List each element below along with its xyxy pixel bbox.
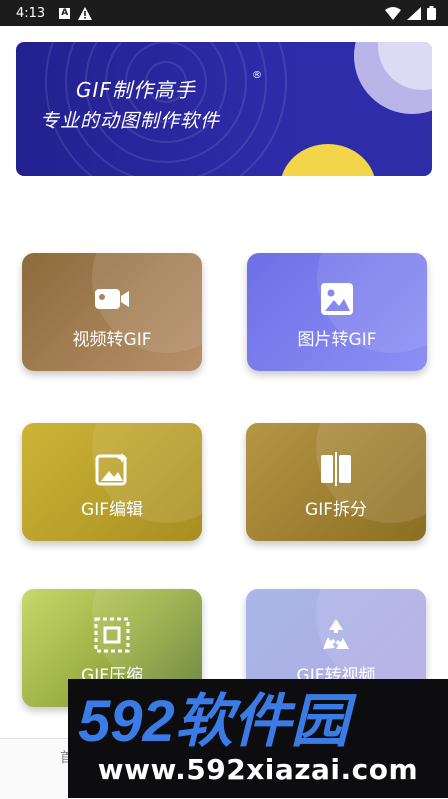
promo-banner[interactable]: GIF制作高手 ® 专业的动图制作软件 (16, 42, 432, 176)
status-right (385, 6, 436, 20)
feature-card-video-to-gif[interactable]: 视频转GIF (22, 253, 202, 371)
a-notification-icon: A (59, 7, 71, 19)
image-icon (321, 283, 353, 315)
video-camera-icon (95, 289, 129, 309)
feature-card-gif-edit[interactable]: GIF编辑 (22, 423, 202, 541)
watermark: 592软件园 www.592xiazai.com (68, 679, 448, 798)
wifi-icon (385, 6, 401, 20)
compress-icon (94, 617, 130, 653)
status-bar: 4:13 A (0, 0, 448, 26)
split-icon (321, 452, 351, 486)
signal-icon (407, 6, 421, 20)
feature-label: GIF编辑 (81, 500, 143, 520)
banner-title: GIF制作高手 (76, 78, 196, 102)
watermark-brand: 592软件园 (78, 689, 358, 754)
feature-label: 图片转GIF (297, 330, 377, 350)
feature-card-image-to-gif[interactable]: 图片转GIF (247, 253, 427, 371)
status-time: 4:13 (16, 5, 46, 21)
banner-registered-mark: ® (252, 70, 262, 81)
recycle-icon (323, 619, 349, 649)
warning-icon (78, 6, 93, 20)
feature-label: 视频转GIF (72, 330, 152, 350)
feature-label: GIF拆分 (305, 500, 367, 520)
feature-card-gif-split[interactable]: GIF拆分 (246, 423, 426, 541)
edit-image-icon (95, 453, 128, 486)
battery-icon (427, 6, 436, 20)
watermark-url: www.592xiazai.com (97, 753, 419, 786)
banner-subtitle: 专业的动图制作软件 (40, 110, 221, 132)
